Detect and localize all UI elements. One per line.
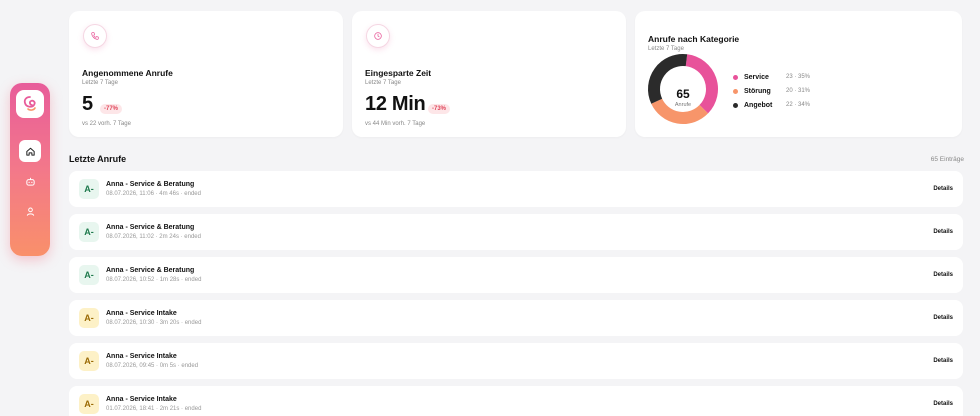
call-title: Anna - Service Intake: [106, 353, 177, 360]
details-link[interactable]: Details: [933, 272, 953, 278]
call-row[interactable]: A- Anna - Service Intake 08.07.2026, 10:…: [69, 300, 963, 336]
card-period: Letzte 7 Tage: [648, 46, 684, 52]
legend-dot: [733, 88, 738, 94]
details-link[interactable]: Details: [933, 186, 953, 192]
card-title: Anrufe nach Kategorie: [648, 34, 740, 44]
call-row[interactable]: A- Anna - Service Intake 08.07.2026, 09:…: [69, 343, 963, 379]
details-link[interactable]: Details: [933, 401, 953, 407]
donut-total: 65: [676, 87, 690, 101]
legend-item: Angebot 22 · 34%: [733, 98, 810, 112]
legend-dot: [733, 74, 738, 80]
card-value: 5: [82, 93, 93, 115]
chart-legend: Service 23 · 35% Störung 20 · 31% Angebo…: [733, 70, 810, 112]
call-meta: 08.07.2026, 11:02 · 2m 24s · ended: [106, 234, 201, 240]
legend-dot: [733, 102, 738, 108]
call-meta: 08.07.2026, 10:52 · 1m 28s · ended: [106, 277, 202, 283]
card-title: Angenommene Anrufe: [82, 68, 173, 78]
grade-badge: A-: [79, 265, 99, 285]
clock-icon: [366, 24, 390, 48]
nav-profile[interactable]: [19, 200, 41, 222]
nav-agents[interactable]: [19, 170, 41, 192]
card-accepted-calls: Angenommene Anrufe Letzte 7 Tage 5 -77% …: [69, 11, 343, 137]
delta-badge: -73%: [428, 104, 451, 114]
grade-badge: A-: [79, 222, 99, 242]
legend-item: Störung 20 · 31%: [733, 84, 810, 98]
card-saved-time: Eingesparte Zeit Letzte 7 Tage 12 Min -7…: [352, 11, 626, 137]
grade-badge: A-: [79, 308, 99, 328]
call-row[interactable]: A- Anna - Service & Beratung 08.07.2026,…: [69, 214, 963, 250]
sidebar: [10, 83, 50, 256]
nav-home[interactable]: [19, 140, 41, 162]
robot-icon: [25, 177, 35, 186]
call-meta: 08.07.2026, 10:30 · 3m 20s · ended: [106, 320, 202, 326]
details-link[interactable]: Details: [933, 358, 953, 364]
call-title: Anna - Service & Beratung: [106, 267, 195, 274]
card-period: Letzte 7 Tage: [365, 80, 401, 86]
home-icon: [25, 147, 35, 156]
call-meta: 08.07.2026, 11:06 · 4m 46s · ended: [106, 191, 201, 197]
call-title: Anna - Service Intake: [106, 396, 177, 403]
entry-count: 65 Einträge: [930, 156, 964, 163]
grade-badge: A-: [79, 351, 99, 371]
card-title: Eingesparte Zeit: [365, 68, 432, 78]
grade-badge: A-: [79, 179, 99, 199]
legend-label: Störung: [744, 87, 771, 95]
card-compare: vs 44 Min vorh. 7 Tage: [365, 121, 426, 127]
call-title: Anna - Service & Beratung: [106, 181, 195, 188]
logo-icon: [23, 96, 36, 111]
legend-value: 20 · 31%: [786, 88, 811, 94]
donut-total-label: Anrufe: [674, 102, 692, 108]
call-row[interactable]: A- Anna - Service & Beratung 08.07.2026,…: [69, 171, 963, 207]
details-link[interactable]: Details: [933, 229, 953, 235]
grade-badge: A-: [79, 394, 99, 414]
app-logo[interactable]: [16, 90, 44, 118]
legend-value: 23 · 35%: [786, 74, 811, 80]
card-compare: vs 22 vorh. 7 Tage: [82, 121, 131, 127]
legend-value: 22 · 34%: [786, 102, 811, 108]
section-title: Letzte Anrufe: [69, 154, 127, 164]
call-meta: 01.07.2026, 18:41 · 2m 21s · ended: [106, 406, 202, 412]
phone-icon: [83, 24, 107, 48]
legend-label: Service: [744, 73, 769, 81]
card-period: Letzte 7 Tage: [82, 80, 118, 86]
card-value: 12 Min: [365, 93, 426, 115]
donut-center: 65 Anrufe: [659, 87, 707, 108]
details-link[interactable]: Details: [933, 315, 953, 321]
call-title: Anna - Service & Beratung: [106, 224, 195, 231]
call-row[interactable]: A- Anna - Service & Beratung 08.07.2026,…: [69, 257, 963, 293]
call-row[interactable]: A- Anna - Service Intake 01.07.2026, 18:…: [69, 386, 963, 416]
call-title: Anna - Service Intake: [106, 310, 177, 317]
card-calls-by-category: Anrufe nach Kategorie Letzte 7 Tage 65 A…: [635, 11, 962, 137]
call-meta: 08.07.2026, 09:45 · 0m 5s · ended: [106, 363, 199, 369]
delta-badge: -77%: [100, 104, 123, 114]
user-icon: [26, 207, 34, 216]
legend-label: Angebot: [744, 101, 773, 109]
legend-item: Service 23 · 35%: [733, 70, 810, 84]
